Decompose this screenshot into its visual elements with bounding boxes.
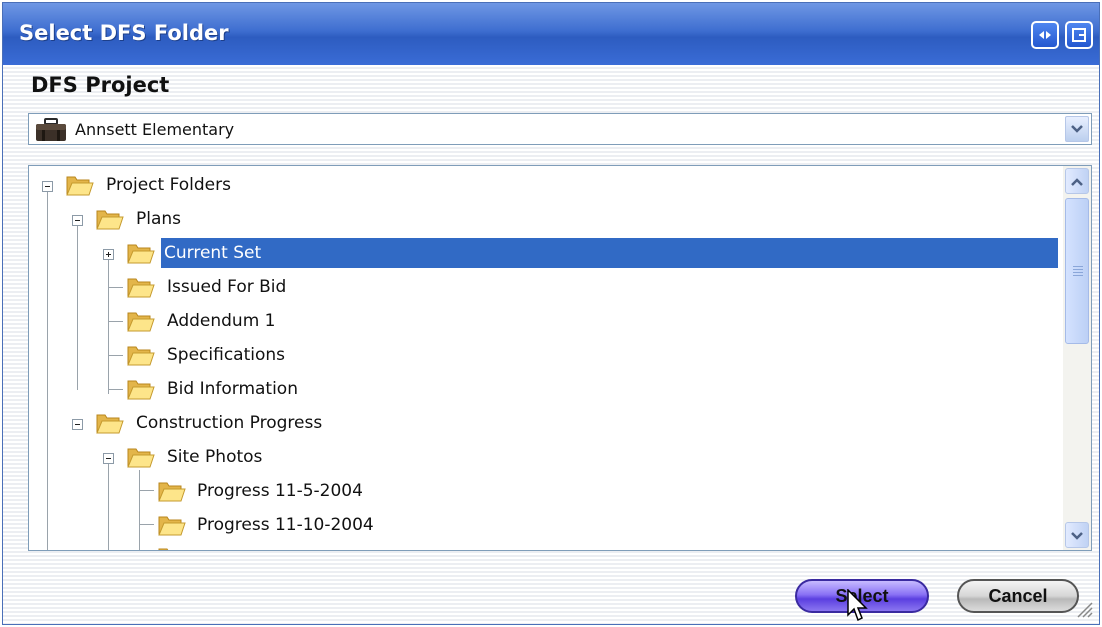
folder-open-icon <box>127 346 155 366</box>
title-bar[interactable]: Select DFS Folder <box>3 3 1099 65</box>
scroll-thumb[interactable] <box>1065 198 1089 344</box>
tree-item-label: Site Photos <box>167 447 263 467</box>
tree-item[interactable]: Progress 11-10-2004 <box>29 510 1059 544</box>
resize-grip-icon[interactable] <box>1075 600 1093 618</box>
folder-open-icon <box>127 244 155 264</box>
collapse-toggle[interactable] <box>42 181 53 192</box>
chevron-up-icon <box>1071 178 1083 186</box>
folder-open-icon <box>127 278 155 298</box>
grip-line <box>1073 269 1083 270</box>
tree-item-label: Project Folders <box>106 175 231 195</box>
tree-item[interactable]: Site Photos <box>29 442 1059 476</box>
restore-button[interactable] <box>1031 21 1059 49</box>
scroll-up-button[interactable] <box>1065 168 1089 194</box>
tree-item[interactable]: Construction Progress <box>29 408 1059 442</box>
grip-line <box>1073 266 1083 267</box>
folder-open-icon <box>127 312 155 332</box>
chevron-down-icon <box>1071 532 1083 540</box>
collapse-toggle[interactable] <box>72 215 83 226</box>
grip-line <box>1073 272 1083 273</box>
tree-item-selected[interactable]: Current Set <box>29 238 1059 272</box>
tree-item-label: Specifications <box>167 345 286 365</box>
folder-open-icon <box>96 210 124 230</box>
project-dropdown[interactable]: Annsett Elementary <box>28 113 1092 145</box>
tree-item-label: Progress 11-5-2004 <box>197 481 363 501</box>
tree-item-label: Bid Information <box>167 379 298 399</box>
vertical-scrollbar[interactable] <box>1063 166 1091 550</box>
folder-open-icon <box>158 482 186 502</box>
folder-open-icon <box>127 380 155 400</box>
mouse-cursor-icon <box>847 589 868 622</box>
select-dfs-folder-dialog: Select DFS Folder DFS Project Annsett El… <box>2 2 1100 625</box>
expand-toggle[interactable] <box>103 249 114 260</box>
dock-window-icon <box>1072 28 1086 42</box>
dropdown-arrow-button[interactable] <box>1065 116 1089 142</box>
tree-item[interactable]: Plans <box>29 204 1059 238</box>
folder-open-icon <box>66 176 94 196</box>
tree-item[interactable]: Bid Information <box>29 374 1059 408</box>
folder-open-icon <box>158 516 186 536</box>
folder-open-icon <box>158 548 169 550</box>
tree-item[interactable]: Progress 11-5-2004 <box>29 476 1059 510</box>
tree-item-label: Progress 11-10-2004 <box>197 515 374 535</box>
window-title: Select DFS Folder <box>19 21 229 45</box>
folder-tree[interactable]: Project Folders Plans Current Set Issued… <box>28 165 1092 551</box>
tree-item-label: Issued For Bid <box>167 277 287 297</box>
tree-item-label: Plans <box>136 209 182 229</box>
briefcase-icon <box>36 118 66 141</box>
scroll-down-button[interactable] <box>1065 522 1089 548</box>
left-right-arrows-icon <box>1039 31 1051 39</box>
tree-item[interactable]: Addendum 1 <box>29 306 1059 340</box>
tree-item-label: Current Set <box>161 238 1058 268</box>
chevron-down-icon <box>1071 125 1083 133</box>
tree-item[interactable]: Issued For Bid <box>29 272 1059 306</box>
project-dropdown-value: Annsett Elementary <box>75 120 235 139</box>
dock-button[interactable] <box>1065 21 1093 49</box>
collapse-toggle[interactable] <box>103 453 114 464</box>
cancel-button[interactable]: Cancel <box>957 579 1079 613</box>
collapse-toggle[interactable] <box>72 419 83 430</box>
folder-open-icon <box>96 414 124 434</box>
tree-item-label: Addendum 1 <box>167 311 276 331</box>
grip-line <box>1073 275 1083 276</box>
tree-item-label: Construction Progress <box>136 413 323 433</box>
tree-item[interactable]: Specifications <box>29 340 1059 374</box>
project-heading: DFS Project <box>31 73 170 97</box>
folder-open-icon <box>127 448 155 468</box>
tree-item[interactable]: Project Folders <box>29 170 1059 204</box>
